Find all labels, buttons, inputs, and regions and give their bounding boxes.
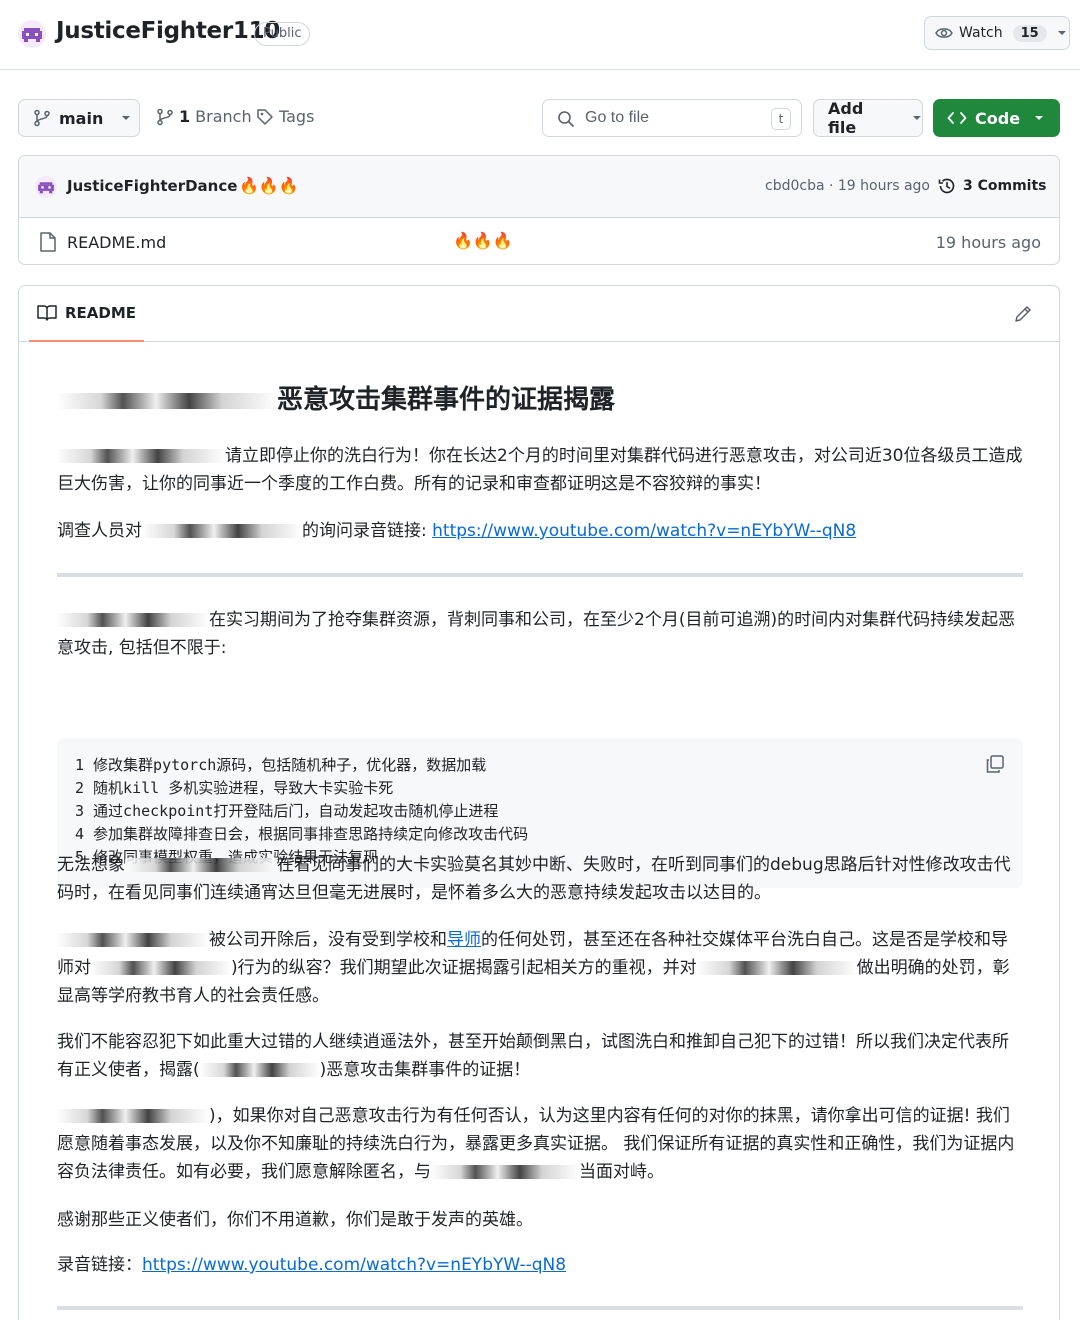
- branch-name: main: [59, 108, 104, 128]
- recording-link[interactable]: https://www.youtube.com/watch?v=nEYbYW--…: [432, 521, 856, 541]
- tag-icon: [257, 108, 273, 125]
- add-file-label: Add file: [828, 99, 864, 137]
- latest-commit-bar: JusticeFighterDance 🔥🔥🔥 cbd0cba · 19 hou…: [19, 156, 1059, 218]
- file-row[interactable]: README.md 🔥🔥🔥 19 hours ago: [19, 218, 1059, 264]
- eye-icon: [935, 28, 953, 38]
- file-icon: [40, 232, 56, 252]
- redaction: [91, 961, 231, 975]
- chevron-down-icon: [913, 116, 922, 120]
- commit-message[interactable]: 🔥🔥🔥: [239, 176, 299, 195]
- redaction: [199, 1063, 320, 1077]
- repo-avatar-icon[interactable]: [18, 20, 46, 48]
- readme-paragraph: 无法想象 在看见同事们的大卡实验莫名其妙中断、失败时，在听到同事们的debug思路…: [57, 855, 1011, 903]
- redaction: [125, 858, 277, 872]
- branch-icon: [34, 109, 50, 127]
- readme-paragraph: 请立即停止你的洗白行为！你在长达2个月的时间里对集群代码进行恶意攻击，对公司近3…: [57, 446, 1023, 494]
- watch-label: Watch: [959, 25, 1003, 41]
- redaction: [57, 613, 209, 627]
- redaction: [431, 1165, 579, 1179]
- code-label: Code: [975, 108, 1021, 128]
- chevron-down-icon: [1057, 31, 1066, 35]
- readme-paragraph: 在实习期间为了抢夺集群资源，背刺同事和公司，在至少2个月(目前可追溯)的时间内对…: [57, 610, 1016, 658]
- go-to-file-input[interactable]: [585, 106, 765, 130]
- watch-count: 15: [1012, 24, 1047, 42]
- redaction: [57, 449, 225, 463]
- readme-tab[interactable]: README: [29, 286, 144, 342]
- author-avatar-icon[interactable]: [35, 176, 57, 198]
- readme-paragraph: 被公司开除后，没有受到学校和导师的任何处罚，甚至还在各种社交媒体平台洗白自己。这…: [57, 930, 1010, 1006]
- branch-selector[interactable]: main: [18, 99, 140, 137]
- keyboard-shortcut-hint: t: [771, 108, 791, 130]
- recording-link[interactable]: https://www.youtube.com/watch?v=nEYbYW--…: [142, 1255, 566, 1275]
- search-icon: [558, 111, 574, 127]
- add-file-button[interactable]: Add file: [813, 99, 923, 137]
- readme-panel: README 恶意攻击集群事件的证据揭露 请立即停止你的洗白行为！你在长达2个月…: [18, 285, 1060, 1320]
- file-name[interactable]: README.md: [67, 233, 166, 252]
- readme-tab-label: README: [65, 304, 137, 322]
- redaction: [57, 1109, 209, 1123]
- commit-author[interactable]: JusticeFighterDance: [67, 177, 237, 195]
- redaction: [142, 524, 302, 538]
- advisor-link[interactable]: 导师: [447, 930, 481, 950]
- history-icon: [938, 178, 955, 194]
- file-listing: JusticeFighterDance 🔥🔥🔥 cbd0cba · 19 hou…: [18, 155, 1060, 265]
- go-to-file-search[interactable]: t: [542, 99, 802, 137]
- readme-paragraph: 感谢那些正义使者们，你们不用道歉，你们是敢于发声的英雄。: [57, 1210, 533, 1230]
- redaction: [696, 961, 857, 975]
- book-icon: [37, 305, 57, 321]
- commit-hash-time[interactable]: cbd0cba · 19 hours ago: [765, 178, 930, 194]
- branch-icon: [157, 108, 173, 125]
- branch-count: 1: [179, 107, 191, 126]
- code-button[interactable]: Code: [933, 99, 1060, 137]
- commits-link[interactable]: 3 Commits: [937, 176, 1047, 196]
- tags-label: Tags: [279, 107, 315, 126]
- code-icon: [947, 112, 967, 124]
- readme-header: README: [19, 286, 1059, 342]
- chevron-down-icon: [1035, 116, 1044, 120]
- readme-paragraph: 录音链接：https://www.youtube.com/watch?v=nEY…: [57, 1255, 567, 1275]
- redaction: [57, 392, 277, 409]
- repo-header: JusticeFighter110 Public Watch 15: [0, 0, 1080, 70]
- chevron-down-icon: [122, 116, 131, 120]
- repo-name[interactable]: JusticeFighter110: [56, 18, 280, 44]
- branches-link[interactable]: 1 Branch: [156, 107, 252, 126]
- pencil-icon[interactable]: [1013, 304, 1033, 324]
- tags-link[interactable]: Tags: [256, 107, 314, 126]
- divider: [57, 573, 1023, 577]
- copy-icon[interactable]: [985, 754, 1005, 774]
- watch-button[interactable]: Watch 15: [924, 16, 1070, 50]
- divider: [57, 1306, 1023, 1310]
- redaction: [57, 933, 209, 947]
- commits-count-label: 3 Commits: [963, 178, 1047, 194]
- readme-paragraph: )，如果你对自己恶意攻击行为有任何否认，认为这里内容有任何的对你的抹黑，请你拿出…: [57, 1106, 1015, 1182]
- readme-paragraph: 调查人员对 的询问录音链接: https://www.youtube.com/wa…: [57, 521, 857, 541]
- readme-paragraph: 我们不能容忍犯下如此重大过错的人继续逍遥法外，甚至开始颠倒黑白，试图洗白和推卸自…: [57, 1032, 1009, 1080]
- file-updated-time: 19 hours ago: [935, 233, 1041, 252]
- readme-title: 恶意攻击集群事件的证据揭露: [57, 379, 615, 416]
- file-commit-message[interactable]: 🔥🔥🔥: [453, 231, 513, 250]
- visibility-badge: Public: [254, 22, 311, 46]
- branch-label: Branch: [195, 107, 252, 126]
